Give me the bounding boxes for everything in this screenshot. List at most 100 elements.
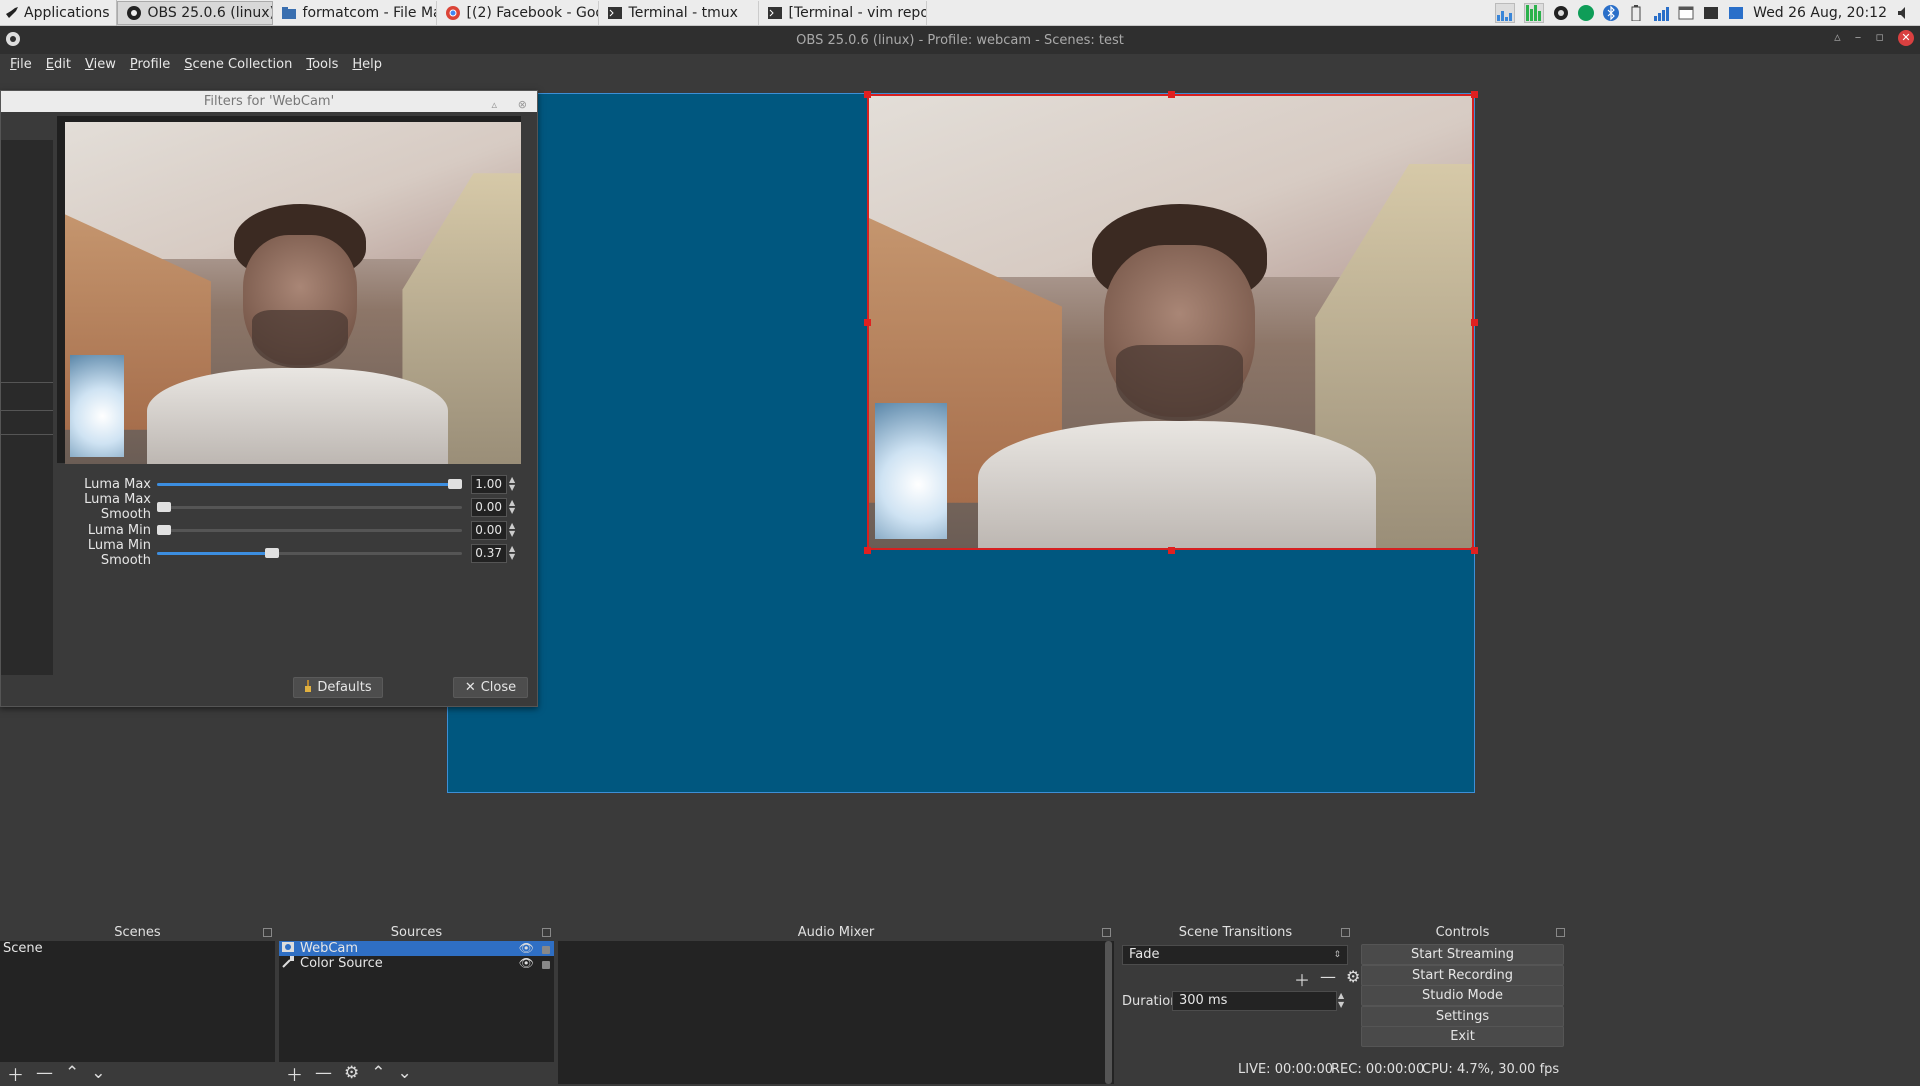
settings-button[interactable]: Settings xyxy=(1361,1006,1564,1027)
undock-icon[interactable] xyxy=(263,928,272,937)
shade-icon[interactable]: ▵ xyxy=(1834,30,1841,46)
window-titlebar[interactable]: OBS 25.0.6 (linux) - Profile: webcam - S… xyxy=(0,26,1920,54)
terminal-icon xyxy=(767,5,783,21)
webcam-source-preview[interactable] xyxy=(867,94,1474,550)
luma-min-smooth-value[interactable]: 0.37 xyxy=(471,543,507,563)
luma-min-smooth-slider[interactable] xyxy=(157,547,462,558)
menu-file[interactable]: File xyxy=(4,57,38,72)
dialog-shade-icon[interactable]: ▵ xyxy=(491,94,497,115)
luma-min-value[interactable]: 0.00 xyxy=(471,520,507,540)
property-label: Luma Min Smooth xyxy=(87,538,151,568)
spin-arrows-icon[interactable]: ▲ ▼ xyxy=(509,476,515,492)
resize-handle[interactable] xyxy=(1471,91,1478,98)
spin-arrows-icon[interactable]: ▲ ▼ xyxy=(509,522,515,538)
spin-arrows-icon[interactable]: ▲ ▼ xyxy=(1338,991,1344,1009)
menu-tools[interactable]: Tools xyxy=(300,57,344,72)
list-item[interactable]: WebCam 👁 xyxy=(279,941,554,956)
luma-min-slider[interactable] xyxy=(157,524,462,535)
task-file-manager[interactable]: formatcom - File Manager xyxy=(273,0,437,25)
list-item[interactable]: Scene xyxy=(0,941,275,956)
start-recording-button[interactable]: Start Recording xyxy=(1361,965,1564,986)
duration-label: Duration xyxy=(1122,994,1179,1009)
task-terminal-tmux[interactable]: Terminal - tmux xyxy=(599,0,759,25)
visibility-eye-icon[interactable]: 👁 xyxy=(519,956,534,971)
undock-icon[interactable] xyxy=(1341,928,1350,937)
luma-max-slider[interactable] xyxy=(157,478,462,489)
task-terminal-vim[interactable]: [Terminal - vim repos/m... xyxy=(759,0,927,25)
filter-list-panel[interactable] xyxy=(1,140,53,675)
mouse-icon xyxy=(4,5,20,21)
duration-input[interactable]: 300 ms xyxy=(1172,991,1337,1011)
exit-button[interactable]: Exit xyxy=(1361,1026,1564,1047)
start-streaming-button[interactable]: Start Streaming xyxy=(1361,944,1564,965)
menu-view[interactable]: View xyxy=(79,57,122,72)
dialog-titlebar[interactable]: Filters for 'WebCam' ▵ ⊗ xyxy=(1,91,537,112)
source-name: WebCam xyxy=(300,941,359,956)
spin-arrows-icon[interactable]: ▲ ▼ xyxy=(509,545,515,561)
scenes-title: Scenes xyxy=(114,925,161,940)
scenes-list[interactable]: Scene xyxy=(0,941,275,1062)
scenes-dock-header: Scenes xyxy=(0,925,275,941)
applications-label: Applications xyxy=(24,4,110,21)
minimize-icon[interactable]: – xyxy=(1855,30,1862,46)
add-icon[interactable]: ＋ xyxy=(1294,967,1310,991)
close-label: Close xyxy=(480,680,517,695)
list-item[interactable]: Color Source 👁 xyxy=(279,955,554,971)
task-obs[interactable]: OBS 25.0.6 (linux) - Pro... xyxy=(116,0,273,25)
applications-menu[interactable]: Applications xyxy=(0,0,117,26)
luma-max-smooth-slider[interactable] xyxy=(157,501,462,512)
menu-edit[interactable]: Edit xyxy=(40,57,77,72)
menu-profile[interactable]: Profile xyxy=(124,57,176,72)
cpu-status: CPU: 4.7%, 30.00 fps xyxy=(1422,1062,1560,1077)
studio-mode-button[interactable]: Studio Mode xyxy=(1361,985,1564,1006)
folder-icon xyxy=(281,5,297,21)
resize-handle[interactable] xyxy=(1471,547,1478,554)
sources-list[interactable]: WebCam 👁 Color Source 👁 xyxy=(279,941,554,1062)
property-label: Luma Min xyxy=(87,522,151,538)
resize-handle[interactable] xyxy=(1168,547,1175,554)
luma-max-value[interactable]: 1.00 xyxy=(471,474,507,494)
obs-tray-icon[interactable] xyxy=(1553,5,1569,21)
lock-icon[interactable] xyxy=(542,961,550,969)
visibility-eye-icon[interactable]: 👁 xyxy=(519,941,534,956)
window-icon[interactable] xyxy=(1678,5,1694,21)
battery-icon[interactable] xyxy=(1628,5,1644,21)
hangouts-icon[interactable] xyxy=(1578,5,1595,21)
rec-status: REC: 00:00:00 xyxy=(1331,1062,1425,1077)
system-tray: Wed 26 Aug, 20:12 xyxy=(1495,0,1920,26)
menu-help[interactable]: Help xyxy=(346,57,388,72)
monitor-icon[interactable] xyxy=(1703,5,1719,21)
docks-area: Scenes Scene ＋ — ⌃ ⌄ Sources WebCam 👁 Co… xyxy=(0,925,1920,1086)
clock[interactable]: Wed 26 Aug, 20:12 xyxy=(1753,5,1887,21)
property-label: Luma Max Smooth xyxy=(84,492,151,522)
bluetooth-icon[interactable] xyxy=(1603,5,1620,21)
taskbar: Applications OBS 25.0.6 (linux) - Pro...… xyxy=(0,0,1920,26)
close-x-icon: ✕ xyxy=(464,680,476,695)
maximize-icon[interactable]: ▫ xyxy=(1875,30,1884,46)
workspace-icon[interactable] xyxy=(1728,5,1744,21)
luma-max-smooth-value[interactable]: 0.00 xyxy=(471,497,507,517)
undock-icon[interactable] xyxy=(1556,928,1565,937)
dialog-close-icon[interactable]: ⊗ xyxy=(518,94,527,115)
menu-scene-collection[interactable]: Scene Collection xyxy=(178,57,298,72)
undock-icon[interactable] xyxy=(1102,928,1111,937)
signal-icon[interactable] xyxy=(1653,5,1670,21)
resize-handle[interactable] xyxy=(864,319,871,326)
close-button[interactable]: ✕ Close xyxy=(453,677,528,698)
resize-handle[interactable] xyxy=(1471,319,1478,326)
lock-icon[interactable] xyxy=(542,946,550,954)
spin-arrows-icon[interactable]: ▲ ▼ xyxy=(509,499,515,515)
defaults-button[interactable]: Defaults xyxy=(293,677,383,698)
duration-value: 300 ms xyxy=(1179,993,1228,1008)
undock-icon[interactable] xyxy=(542,928,551,937)
filter-preview xyxy=(57,116,521,464)
remove-icon[interactable]: — xyxy=(1320,967,1336,991)
volume-icon[interactable] xyxy=(1896,5,1912,21)
resize-handle[interactable] xyxy=(864,547,871,554)
transition-select[interactable]: Fade ⇕ xyxy=(1122,945,1348,965)
resize-handle[interactable] xyxy=(864,91,871,98)
network-graph-icon xyxy=(1524,3,1545,23)
close-window-icon[interactable]: ✕ xyxy=(1898,30,1914,46)
resize-handle[interactable] xyxy=(1168,91,1175,98)
task-browser[interactable]: [(2) Facebook - Google ... xyxy=(437,0,599,25)
